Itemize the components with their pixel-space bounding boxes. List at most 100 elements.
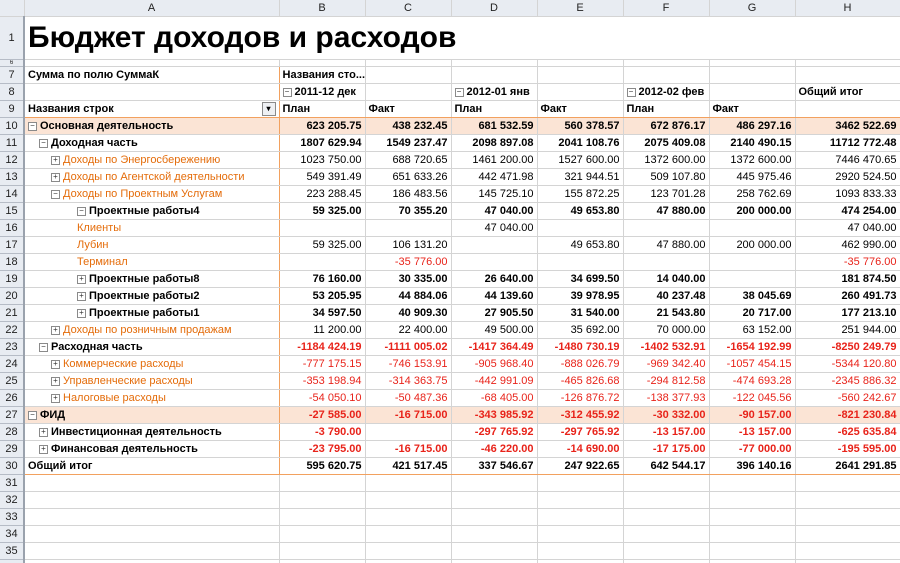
collapse-icon[interactable]: −: [51, 189, 60, 199]
pivot-cell[interactable]: 30 335.00: [365, 270, 452, 288]
empty-cell[interactable]: [537, 491, 624, 509]
pivot-cell[interactable]: 688 720.65: [365, 151, 452, 169]
pivot-cell[interactable]: -888 026.79: [537, 355, 624, 373]
pivot-row-label[interactable]: + Доходы по розничным продажам: [23, 321, 280, 339]
pivot-cell[interactable]: [365, 423, 452, 441]
expand-icon[interactable]: +: [51, 393, 60, 403]
pivot-cell[interactable]: -1654 192.99: [709, 338, 796, 356]
pivot-row-label[interactable]: − ФИД: [23, 406, 280, 424]
row-header[interactable]: 7: [0, 66, 25, 84]
pivot-cell[interactable]: 462 990.00: [795, 236, 900, 254]
empty-cell[interactable]: [279, 508, 366, 526]
empty-cell[interactable]: [795, 474, 900, 492]
pivot-columns-label[interactable]: Названия сто...▾: [279, 66, 366, 84]
pivot-cell[interactable]: -312 455.92: [537, 406, 624, 424]
row-filter-dropdown-icon[interactable]: ▾: [261, 102, 276, 116]
pivot-cell[interactable]: [623, 253, 710, 271]
empty-cell[interactable]: [623, 491, 710, 509]
pivot-cell[interactable]: 177 213.10: [795, 304, 900, 322]
collapse-icon[interactable]: −: [77, 206, 86, 216]
pivot-row-label[interactable]: Терминал: [23, 253, 280, 271]
row-header[interactable]: 35: [0, 542, 25, 560]
expand-icon[interactable]: +: [51, 359, 60, 369]
empty-cell[interactable]: [365, 508, 452, 526]
empty-cell[interactable]: [365, 559, 452, 563]
pivot-cell[interactable]: -297 765.92: [451, 423, 538, 441]
pivot-cell[interactable]: -27 585.00: [279, 406, 366, 424]
pivot-cell[interactable]: 560 378.57: [537, 117, 624, 135]
empty-cell[interactable]: [795, 508, 900, 526]
empty-cell[interactable]: [709, 559, 796, 563]
pivot-cell[interactable]: 486 297.16: [709, 117, 796, 135]
pivot-cell[interactable]: 247 922.65: [537, 457, 624, 475]
empty-cell[interactable]: [451, 491, 538, 509]
pivot-cell[interactable]: 1527 600.00: [537, 151, 624, 169]
pivot-cell[interactable]: [451, 253, 538, 271]
pivot-row-label[interactable]: + Коммерческие расходы: [23, 355, 280, 373]
expand-icon[interactable]: +: [51, 376, 60, 386]
pivot-cell[interactable]: 445 975.46: [709, 168, 796, 186]
pivot-cell[interactable]: 14 040.00: [623, 270, 710, 288]
pivot-values-label[interactable]: Сумма по полю СуммаК: [23, 66, 280, 84]
pivot-cell[interactable]: -122 045.56: [709, 389, 796, 407]
pivot-cell[interactable]: -1417 364.49: [451, 338, 538, 356]
row-header[interactable]: 13: [0, 168, 25, 186]
pivot-cell[interactable]: -5344 120.80: [795, 355, 900, 373]
empty-cell[interactable]: [537, 559, 624, 563]
empty-cell[interactable]: [709, 491, 796, 509]
pivot-cell[interactable]: [537, 219, 624, 237]
plan-header[interactable]: План: [279, 100, 366, 118]
row-header[interactable]: 27: [0, 406, 25, 424]
empty-cell[interactable]: [279, 525, 366, 543]
pivot-row-label[interactable]: + Доходы по Энергосбережению: [23, 151, 280, 169]
empty-cell[interactable]: [365, 542, 452, 560]
pivot-cell[interactable]: -1480 730.19: [537, 338, 624, 356]
pivot-cell[interactable]: 7446 470.65: [795, 151, 900, 169]
pivot-cell[interactable]: 223 288.45: [279, 185, 366, 203]
pivot-cell[interactable]: 47 040.00: [451, 202, 538, 220]
collapse-icon[interactable]: −: [626, 87, 636, 97]
empty-cell[interactable]: [279, 474, 366, 492]
pivot-cell[interactable]: 2641 291.85: [795, 457, 900, 475]
empty-cell[interactable]: [279, 559, 366, 563]
empty-cell[interactable]: [623, 474, 710, 492]
pivot-row-label[interactable]: + Налоговые расходы: [23, 389, 280, 407]
empty-cell[interactable]: [365, 491, 452, 509]
empty-cell[interactable]: [795, 525, 900, 543]
pivot-cell[interactable]: 76 160.00: [279, 270, 366, 288]
pivot-cell[interactable]: 1023 750.00: [279, 151, 366, 169]
pivot-cell[interactable]: 2041 108.76: [537, 134, 624, 152]
column-header-a[interactable]: A: [24, 0, 280, 17]
row-header[interactable]: 36: [0, 559, 25, 563]
row-header[interactable]: 20: [0, 287, 25, 305]
pivot-cell[interactable]: -138 377.93: [623, 389, 710, 407]
pivot-cell[interactable]: -625 635.84: [795, 423, 900, 441]
row-header[interactable]: 24: [0, 355, 25, 373]
pivot-cell[interactable]: 396 140.16: [709, 457, 796, 475]
pivot-cell[interactable]: 509 107.80: [623, 168, 710, 186]
row-header[interactable]: 8: [0, 83, 25, 101]
pivot-cell[interactable]: -905 968.40: [451, 355, 538, 373]
pivot-cell[interactable]: -17 175.00: [623, 440, 710, 458]
empty-cell[interactable]: [709, 474, 796, 492]
pivot-cell[interactable]: 53 205.95: [279, 287, 366, 305]
empty-cell[interactable]: [623, 508, 710, 526]
row-header[interactable]: 26: [0, 389, 25, 407]
pivot-cell[interactable]: [537, 253, 624, 271]
pivot-row-label[interactable]: + Проектные работы2: [23, 287, 280, 305]
pivot-cell[interactable]: -23 795.00: [279, 440, 366, 458]
pivot-cell[interactable]: 35 692.00: [537, 321, 624, 339]
pivot-row-label[interactable]: + Финансовая деятельность: [23, 440, 280, 458]
pivot-cell[interactable]: 38 045.69: [709, 287, 796, 305]
pivot-cell[interactable]: -13 157.00: [623, 423, 710, 441]
pivot-cell[interactable]: [365, 219, 452, 237]
pivot-cell[interactable]: 200 000.00: [709, 202, 796, 220]
pivot-cell[interactable]: 145 725.10: [451, 185, 538, 203]
pivot-cell[interactable]: 59 325.00: [279, 236, 366, 254]
period-header[interactable]: −2011-12 дек: [279, 83, 366, 101]
expand-icon[interactable]: +: [77, 274, 86, 284]
row-header[interactable]: 14: [0, 185, 25, 203]
pivot-cell[interactable]: -46 220.00: [451, 440, 538, 458]
pivot-row-label[interactable]: + Инвестиционная деятельность: [23, 423, 280, 441]
pivot-cell[interactable]: 1372 600.00: [623, 151, 710, 169]
